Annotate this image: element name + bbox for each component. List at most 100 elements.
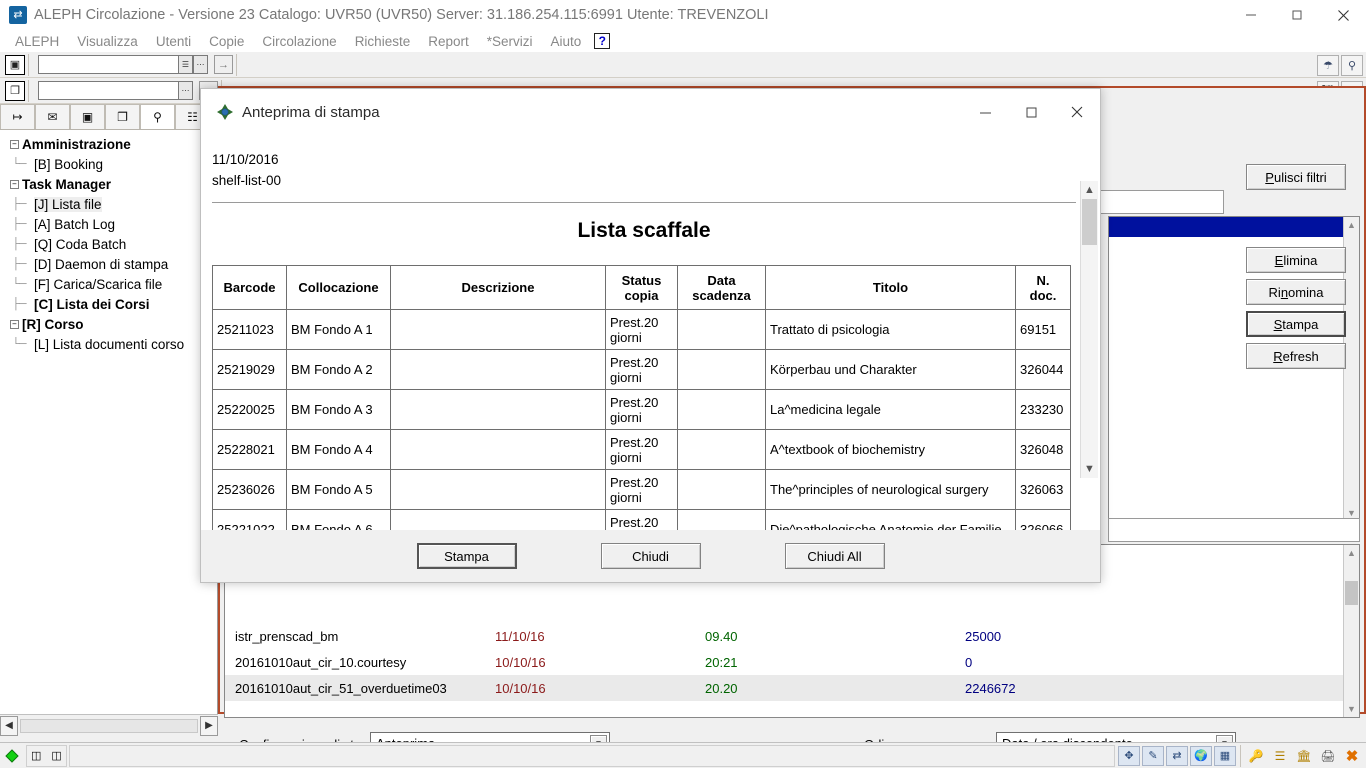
- sidebar-item-carica-scarica-file[interactable]: └─ [F] Carica/Scarica file: [0, 274, 217, 294]
- barcode-ellipsis-button[interactable]: ⋯: [193, 55, 208, 74]
- tab-loans-icon[interactable]: ↦: [0, 104, 35, 129]
- menu-visualizza[interactable]: Visualizza: [68, 33, 147, 50]
- cell-n-doc: 326044: [1015, 349, 1071, 390]
- tab-basket-icon[interactable]: ⚲: [140, 104, 175, 129]
- rinomina-button[interactable]: Rinomina: [1246, 279, 1346, 305]
- dialog-close-button[interactable]: [1054, 89, 1100, 135]
- tower-icon[interactable]: ☰: [1270, 747, 1290, 765]
- sidebar-item-coda-batch[interactable]: ├─ [Q] Coda Batch: [0, 234, 217, 254]
- stampa-button[interactable]: Stampa: [1246, 311, 1346, 337]
- menu-servizi[interactable]: *Servizi: [478, 33, 542, 50]
- scroll-up-icon[interactable]: ▲: [1344, 217, 1359, 233]
- cube-cell-1[interactable]: ◫ ◫: [26, 744, 67, 767]
- maximize-button[interactable]: [1274, 0, 1320, 30]
- sidebar-item-label: Amministrazione: [22, 136, 131, 152]
- marc-icon[interactable]: ✎: [1142, 745, 1164, 766]
- sidebar-item-batch-log[interactable]: ├─ [A] Batch Log: [0, 214, 217, 234]
- scroll-right-icon[interactable]: ▶: [200, 715, 218, 736]
- menu-aiuto[interactable]: Aiuto: [542, 33, 591, 50]
- barcode-lookup-icon[interactable]: ▣: [5, 54, 25, 75]
- key-person-icon[interactable]: ⚲: [1341, 54, 1363, 76]
- arrows-icon[interactable]: ⇄: [1166, 745, 1188, 766]
- cell-status-copia: Prest.20 giorni: [605, 429, 678, 470]
- table-row[interactable]: istr_prenscad_bm 11/10/16 09.40 25000: [225, 623, 1343, 649]
- collapse-toggle-icon[interactable]: –: [10, 179, 19, 189]
- sidebar-item-corso[interactable]: – [R] Corso: [0, 314, 217, 334]
- scroll-down-icon[interactable]: ▼: [1081, 460, 1098, 478]
- dialog-minimize-button[interactable]: [962, 89, 1008, 135]
- cell-collocazione: BM Fondo A 3: [286, 389, 391, 430]
- close-button[interactable]: [1320, 0, 1366, 30]
- sidebar-tree[interactable]: – Amministrazione └─ [B] Booking – Task …: [0, 130, 218, 714]
- pulisci-filtri-button[interactable]: Pulisci filtri: [1246, 164, 1346, 190]
- file-list-scrollbar[interactable]: ▲ ▼: [1343, 545, 1359, 717]
- menu-utenti[interactable]: Utenti: [147, 33, 200, 50]
- sidebar-item-label: [C] Lista dei Corsi: [34, 296, 150, 312]
- dialog-body: 11/10/2016 shelf-list-00 Lista scaffale …: [201, 135, 1100, 530]
- printer-icon[interactable]: 🖨: [1318, 747, 1338, 765]
- menu-richieste[interactable]: Richieste: [346, 33, 420, 50]
- menu-report[interactable]: Report: [419, 33, 478, 50]
- barcode-list-icon[interactable]: ☰: [178, 55, 193, 74]
- globe-icon[interactable]: 🌍: [1190, 745, 1212, 766]
- column-header-line2: doc.: [1029, 287, 1057, 303]
- menu-aleph[interactable]: ALEPH: [6, 33, 68, 50]
- help-icon[interactable]: ?: [594, 33, 611, 49]
- table-row[interactable]: 20161010aut_cir_10.courtesy 10/10/16 20:…: [225, 649, 1343, 675]
- refresh-button[interactable]: Refresh: [1246, 343, 1346, 369]
- cell-titolo: The^principles of neurological surgery: [765, 469, 1016, 510]
- tab-copies-icon[interactable]: ❐: [105, 104, 140, 129]
- bank-icon[interactable]: 🏛: [1294, 747, 1314, 765]
- sidebar-item-booking[interactable]: └─ [B] Booking: [0, 154, 217, 174]
- scroll-track[interactable]: [20, 718, 198, 733]
- tab-mail-icon[interactable]: ✉: [35, 104, 70, 129]
- table-row[interactable]: 20161010aut_cir_51_overduetime03 10/10/1…: [225, 675, 1343, 701]
- sidebar-item-lista-file[interactable]: ├─ [J] Lista file: [0, 194, 217, 214]
- column-header-line1: Data: [707, 272, 736, 288]
- file-size: 2246672: [965, 680, 1016, 696]
- user-card-icon[interactable]: ☂: [1317, 54, 1339, 76]
- sidebar-item-lista-dei-corsi[interactable]: ├─ [C] Lista dei Corsi: [0, 294, 217, 314]
- close-x-icon[interactable]: ✖: [1342, 747, 1362, 765]
- menu-copie[interactable]: Copie: [200, 33, 253, 50]
- sidebar-hscrollbar[interactable]: ◀ ▶: [0, 714, 218, 736]
- menu-circolazione[interactable]: Circolazione: [253, 33, 345, 50]
- copy-lookup-icon[interactable]: ❐: [5, 80, 25, 101]
- dialog-maximize-button[interactable]: [1008, 89, 1054, 135]
- scroll-thumb[interactable]: [1082, 199, 1097, 245]
- shelf-list-table: Barcode Collocazione Descrizione Status …: [212, 265, 1071, 530]
- sidebar-item-daemon-di-stampa[interactable]: ├─ [D] Daemon di stampa: [0, 254, 217, 274]
- selected-row[interactable]: [1109, 217, 1343, 237]
- dialog-vertical-scrollbar[interactable]: ▲ ▼: [1080, 181, 1098, 478]
- dialog-stampa-button[interactable]: Stampa: [416, 543, 517, 569]
- compass-icon[interactable]: ✥: [1118, 745, 1140, 766]
- scroll-left-icon[interactable]: ◀: [0, 715, 18, 736]
- scroll-down-icon[interactable]: ▼: [1344, 701, 1359, 717]
- cell-descrizione: [390, 509, 606, 530]
- elimina-button[interactable]: Elimina: [1246, 247, 1346, 273]
- filter-field-lower[interactable]: [1108, 518, 1360, 542]
- scroll-up-icon[interactable]: ▲: [1344, 545, 1359, 561]
- cell-titolo: A^textbook of biochemistry: [765, 429, 1016, 470]
- copy-input[interactable]: [38, 81, 178, 100]
- barcode-input[interactable]: [38, 55, 178, 74]
- collapse-toggle-icon[interactable]: –: [10, 319, 19, 329]
- dialog-chiudi-button[interactable]: Chiudi: [600, 543, 701, 569]
- key-icon[interactable]: 🔑: [1246, 747, 1266, 765]
- tab-item-icon[interactable]: ▣: [70, 104, 105, 129]
- scroll-thumb[interactable]: [1345, 581, 1358, 605]
- dialog-chiudi-all-button[interactable]: Chiudi All: [784, 543, 885, 569]
- sidebar-item-amministrazione[interactable]: – Amministrazione: [0, 134, 217, 154]
- cell-titolo: La^medicina legale: [765, 389, 1016, 430]
- minimize-button[interactable]: [1228, 0, 1274, 30]
- tree-line: └─: [12, 278, 27, 290]
- collapse-toggle-icon[interactable]: –: [10, 139, 19, 149]
- copy-ellipsis-button[interactable]: ⋯: [178, 81, 193, 100]
- barcode-go-button[interactable]: →: [214, 55, 233, 74]
- sidebar-item-task-manager[interactable]: – Task Manager: [0, 174, 217, 194]
- cell-n-doc: 326066: [1015, 509, 1071, 530]
- scroll-up-icon[interactable]: ▲: [1081, 181, 1098, 199]
- grid-icon[interactable]: ▦: [1214, 745, 1236, 766]
- sidebar-item-lista-documenti-corso[interactable]: └─ [L] Lista documenti corso: [0, 334, 217, 354]
- toolbar-separator: [28, 79, 29, 102]
